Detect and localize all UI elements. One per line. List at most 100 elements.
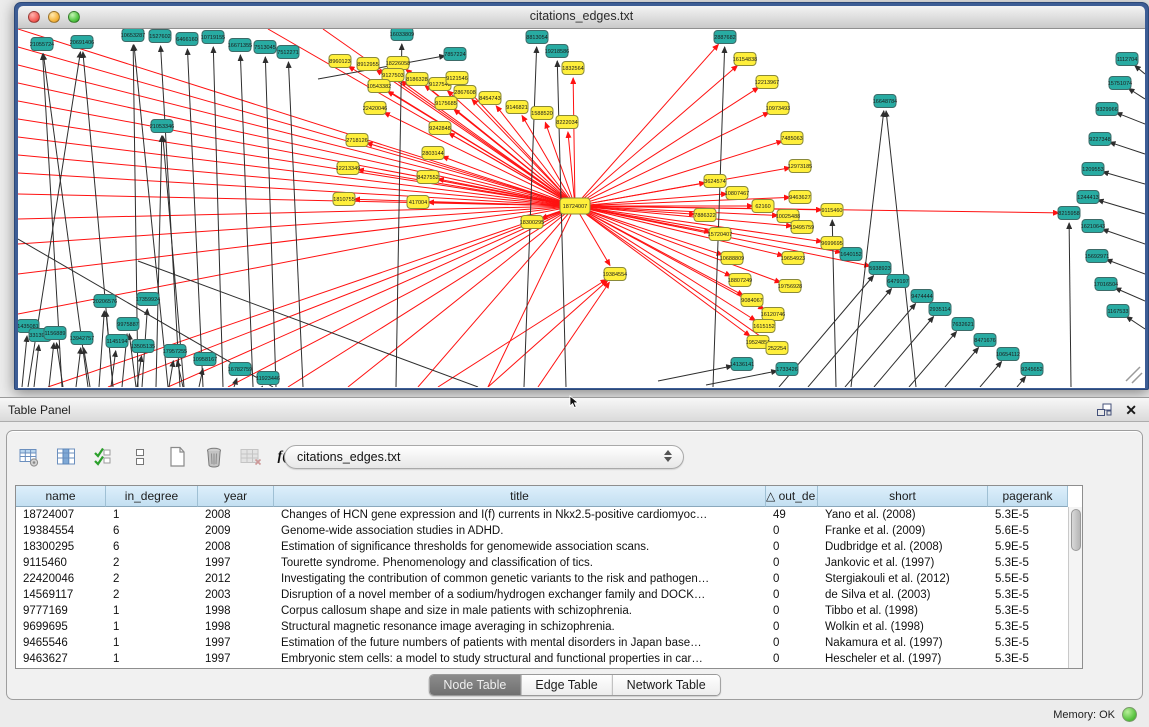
table-cell[interactable]: 5.3E-5 bbox=[988, 635, 1068, 651]
graph-node[interactable]: 7512271 bbox=[277, 46, 299, 59]
table-cell[interactable]: 2008 bbox=[198, 507, 274, 523]
column-header-name[interactable]: name bbox=[16, 486, 106, 507]
graph-node[interactable]: 9121546 bbox=[446, 72, 468, 85]
table-cell[interactable]: 0 bbox=[766, 603, 818, 619]
graph-node[interactable]: 10688809 bbox=[720, 252, 744, 265]
table-cell[interactable]: 5.6E-5 bbox=[988, 523, 1068, 539]
graph-node[interactable]: 62160 bbox=[752, 200, 774, 213]
graph-node[interactable]: 1832564 bbox=[562, 62, 584, 75]
table-cell[interactable]: Tourette syndrome. Phenomenology and cla… bbox=[274, 555, 766, 571]
graph-node[interactable]: 10653287 bbox=[121, 29, 145, 42]
table-row[interactable]: 2242004622012Investigating the contribut… bbox=[16, 571, 1082, 587]
graph-node[interactable]: 1209553 bbox=[1082, 163, 1104, 176]
table-cell[interactable]: 2008 bbox=[198, 539, 274, 555]
table-cell[interactable]: 2003 bbox=[198, 587, 274, 603]
graph-node[interactable]: 17359924 bbox=[136, 293, 160, 306]
graph-node[interactable]: 1615152 bbox=[753, 320, 775, 333]
graph-node[interactable]: 1527602 bbox=[149, 30, 171, 43]
column-header-title[interactable]: title bbox=[274, 486, 766, 507]
table-cell[interactable]: Wolkin et al. (1998) bbox=[818, 619, 988, 635]
graph-node[interactable]: 19756928 bbox=[778, 280, 802, 293]
graph-node[interactable]: 16154838 bbox=[733, 53, 757, 66]
row-height-icon[interactable] bbox=[128, 445, 152, 469]
table-cell[interactable]: 5.3E-5 bbox=[988, 619, 1068, 635]
graph-node[interactable]: 20206576 bbox=[93, 295, 117, 308]
table-cell[interactable]: 5.3E-5 bbox=[988, 555, 1068, 571]
table-cell[interactable]: 5.3E-5 bbox=[988, 587, 1068, 603]
table-row[interactable]: 969969511998Structural magnetic resonanc… bbox=[16, 619, 1082, 635]
window-titlebar[interactable]: citations_edges.txt bbox=[18, 6, 1145, 29]
table-cell[interactable]: de Silva et al. (2003) bbox=[818, 587, 988, 603]
table-cell[interactable]: Tibbo et al. (1998) bbox=[818, 603, 988, 619]
table-cell[interactable]: 9463627 bbox=[16, 651, 106, 667]
graph-node[interactable]: 9245652 bbox=[1021, 363, 1043, 376]
graph-node[interactable]: 417004 bbox=[407, 196, 429, 209]
delete-row-icon[interactable] bbox=[202, 445, 226, 469]
table-cell[interactable]: Stergiakouli et al. (2012) bbox=[818, 571, 988, 587]
graph-node[interactable]: 8912955 bbox=[357, 58, 379, 71]
table-cell[interactable]: 2 bbox=[106, 571, 198, 587]
graph-node[interactable]: 15692971 bbox=[1085, 250, 1109, 263]
table-cell[interactable]: 5.9E-5 bbox=[988, 539, 1068, 555]
table-panel-header[interactable]: Table Panel ✕ bbox=[0, 397, 1149, 422]
graph-node[interactable]: 1244413 bbox=[1077, 191, 1099, 204]
close-panel-icon[interactable]: ✕ bbox=[1125, 402, 1137, 418]
table-cell[interactable]: 22420046 bbox=[16, 571, 106, 587]
graph-node[interactable]: 20691406 bbox=[70, 36, 94, 49]
table-cell[interactable]: Estimation of the future numbers of pati… bbox=[274, 635, 766, 651]
graph-node[interactable]: 3624574 bbox=[704, 175, 726, 188]
graph-node[interactable]: 9115460 bbox=[821, 204, 843, 217]
graph-node[interactable]: 252254 bbox=[766, 342, 788, 355]
graph-node[interactable]: 7485063 bbox=[781, 132, 803, 145]
graph-node[interactable]: 6466160 bbox=[176, 33, 198, 46]
merge-columns-icon[interactable] bbox=[54, 445, 78, 469]
table-cell[interactable]: 14569117 bbox=[16, 587, 106, 603]
tab-network-table[interactable]: Network Table bbox=[613, 675, 720, 695]
float-panel-icon[interactable] bbox=[1096, 402, 1113, 418]
table-cell[interactable]: 0 bbox=[766, 523, 818, 539]
table-cell[interactable]: 1 bbox=[106, 603, 198, 619]
table-cell[interactable]: 1 bbox=[106, 635, 198, 651]
table-cell[interactable]: 0 bbox=[766, 539, 818, 555]
graph-node[interactable]: 19218586 bbox=[545, 45, 569, 58]
graph-node[interactable]: 9084067 bbox=[741, 294, 763, 307]
graph-node[interactable]: 1112704 bbox=[1116, 53, 1138, 66]
table-row[interactable]: 1830029562008Estimation of significance … bbox=[16, 539, 1082, 555]
graph-node[interactable]: 1733426 bbox=[776, 363, 798, 376]
graph-node[interactable]: 10719155 bbox=[201, 31, 225, 44]
graph-node[interactable]: 9242848 bbox=[429, 122, 451, 135]
graph-node[interactable]: 16648784 bbox=[873, 95, 897, 108]
table-cell[interactable]: 5.3E-5 bbox=[988, 603, 1068, 619]
graph-node[interactable]: 21055724 bbox=[30, 38, 54, 51]
table-select-dropdown[interactable]: citations_edges.txt bbox=[284, 445, 684, 469]
graph-node[interactable]: 9146821 bbox=[506, 101, 528, 114]
graph-node[interactable]: 8427552 bbox=[417, 171, 439, 184]
graph-node[interactable]: 2935114 bbox=[929, 303, 951, 316]
graph-node[interactable]: 10807467 bbox=[725, 187, 749, 200]
table-cell[interactable]: Franke et al. (2009) bbox=[818, 523, 988, 539]
graph-node[interactable]: 8186328 bbox=[406, 73, 428, 86]
graph-node[interactable]: 9474444 bbox=[911, 290, 933, 303]
graph-node[interactable]: 8960123 bbox=[329, 55, 351, 68]
table-cell[interactable]: 5.3E-5 bbox=[988, 507, 1068, 523]
graph-node[interactable]: 12973185 bbox=[788, 160, 812, 173]
graph-node[interactable]: 1810755 bbox=[333, 193, 355, 206]
graph-node[interactable]: 9699695 bbox=[821, 237, 843, 250]
table-cell[interactable]: 6 bbox=[106, 523, 198, 539]
graph-node[interactable]: 1156889 bbox=[44, 327, 66, 340]
graph-node[interactable]: 7886322 bbox=[694, 209, 716, 222]
graph-node[interactable]: 7857224 bbox=[444, 48, 466, 61]
graph-node[interactable]: 18724007 bbox=[560, 198, 590, 214]
graph-node[interactable]: 8471676 bbox=[974, 334, 996, 347]
graph-node[interactable]: 8215958 bbox=[1058, 207, 1080, 220]
table-cell[interactable]: 0 bbox=[766, 587, 818, 603]
graph-node[interactable]: 17016504 bbox=[1094, 278, 1118, 291]
column-header-year[interactable]: year bbox=[198, 486, 274, 507]
graph-node[interactable]: 16782759 bbox=[228, 363, 252, 376]
graph-node[interactable]: 13505135 bbox=[131, 340, 155, 353]
table-row[interactable]: 946554611997Estimation of the future num… bbox=[16, 635, 1082, 651]
table-cell[interactable]: 2 bbox=[106, 587, 198, 603]
new-document-icon[interactable] bbox=[165, 445, 189, 469]
column-header-out_de[interactable]: △ out_de… bbox=[766, 486, 818, 507]
table-cell[interactable]: Corpus callosum shape and size in male p… bbox=[274, 603, 766, 619]
